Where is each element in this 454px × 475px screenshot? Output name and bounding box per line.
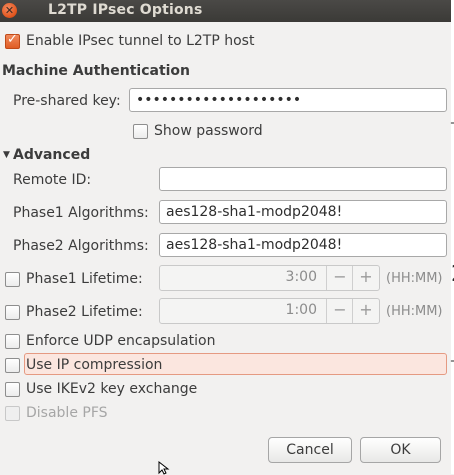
show-password-checkbox[interactable]	[133, 124, 148, 139]
mouse-cursor-icon	[158, 461, 170, 475]
phase2-lifetime-value: 1:00	[285, 302, 317, 318]
disable-pfs-checkbox	[5, 406, 20, 421]
phase2-lifetime-unit: (HH:MM)	[386, 304, 443, 319]
phase1-lifetime-unit: (HH:MM)	[386, 271, 443, 286]
enable-ipsec-label: Enable IPsec tunnel to L2TP host	[26, 33, 255, 49]
plus-icon[interactable]: +	[352, 299, 379, 323]
close-icon[interactable]: ✕	[2, 3, 17, 18]
phase1-algorithms-label: Phase1 Algorithms:	[13, 205, 149, 221]
phase2-lifetime-spinner[interactable]: 1:00 − +	[159, 298, 380, 324]
cancel-button[interactable]: Cancel	[268, 437, 352, 463]
psk-label: Pre-shared key:	[13, 93, 121, 109]
udp-encapsulation-checkbox[interactable]	[5, 334, 20, 349]
remote-id-input[interactable]	[159, 167, 447, 191]
phase2-lifetime-checkbox[interactable]	[5, 305, 20, 320]
enable-ipsec-checkbox[interactable]: ✓	[5, 32, 20, 49]
minus-icon[interactable]: −	[326, 266, 353, 290]
ip-compression-label: Use IP compression	[26, 357, 163, 373]
phase1-lifetime-spinner[interactable]: 3:00 − +	[159, 265, 380, 291]
phase1-algorithms-input[interactable]: aes128-sha1-modp2048!	[159, 200, 447, 224]
check-icon: ✓	[7, 32, 18, 47]
window-title: L2TP IPsec Options	[48, 2, 203, 18]
ok-button[interactable]: OK	[360, 437, 441, 463]
ikev2-label: Use IKEv2 key exchange	[26, 381, 198, 397]
expander-down-icon[interactable]: ▼	[3, 146, 10, 164]
phase1-lifetime-checkbox[interactable]	[5, 272, 20, 287]
ip-compression-checkbox[interactable]	[5, 358, 20, 373]
phase2-lifetime-label: Phase2 Lifetime:	[26, 304, 143, 320]
phase2-algorithms-input[interactable]: aes128-sha1-modp2048!	[159, 233, 447, 257]
remote-id-label: Remote ID:	[13, 172, 92, 188]
machine-auth-heading: Machine Authentication	[2, 63, 191, 79]
ikev2-checkbox[interactable]	[5, 382, 20, 397]
window-titlebar: ✕ L2TP IPsec Options	[0, 0, 454, 22]
phase1-lifetime-value: 3:00	[285, 269, 317, 285]
phase1-lifetime-label: Phase1 Lifetime:	[26, 271, 143, 287]
phase2-algorithms-label: Phase2 Algorithms:	[13, 238, 149, 254]
psk-input[interactable]: ••••••••••••••••••••	[129, 88, 447, 112]
show-password-label: Show password	[154, 123, 263, 139]
advanced-heading[interactable]: Advanced	[13, 146, 90, 164]
disable-pfs-label: Disable PFS	[26, 405, 108, 421]
minus-icon[interactable]: −	[326, 299, 353, 323]
plus-icon[interactable]: +	[352, 266, 379, 290]
udp-encapsulation-label: Enforce UDP encapsulation	[26, 333, 216, 349]
